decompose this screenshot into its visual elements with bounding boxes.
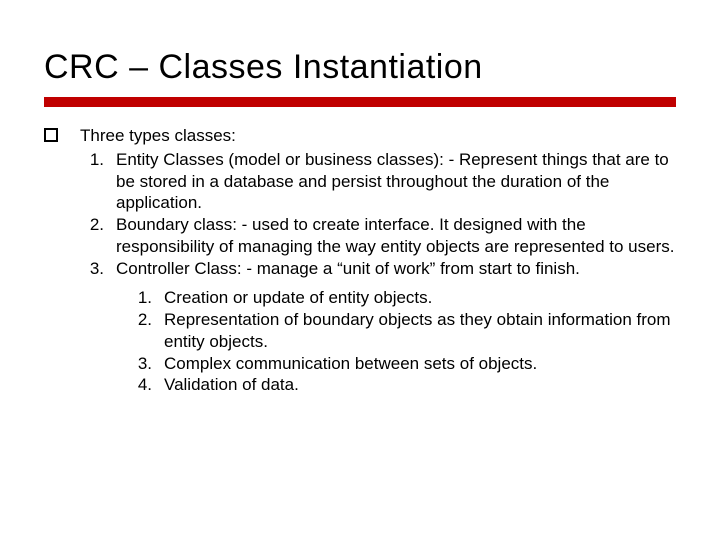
list-number: 2. xyxy=(80,214,110,258)
bullet-level1: Three types classes: xyxy=(44,125,676,147)
list-number: 1. xyxy=(80,149,110,214)
slide: CRC – Classes Instantiation Three types … xyxy=(0,0,720,540)
numbered-list-level2: 1. Entity Classes (model or business cla… xyxy=(80,149,676,280)
list-number: 3. xyxy=(128,353,158,375)
numbered-list-level3: 1. Creation or update of entity objects.… xyxy=(128,287,676,396)
list-number: 3. xyxy=(80,258,110,280)
title-underline xyxy=(44,97,676,107)
list-text: Complex communication between sets of ob… xyxy=(158,353,676,375)
list-item: 1. Creation or update of entity objects. xyxy=(128,287,676,309)
list-number: 2. xyxy=(128,309,158,353)
list-item: 3. Complex communication between sets of… xyxy=(128,353,676,375)
list-number: 1. xyxy=(128,287,158,309)
bullet-text: Three types classes: xyxy=(80,125,236,147)
list-text: Boundary class: - used to create interfa… xyxy=(110,214,676,258)
list-text: Creation or update of entity objects. xyxy=(158,287,676,309)
list-item: 1. Entity Classes (model or business cla… xyxy=(80,149,676,214)
slide-body: Three types classes: 1. Entity Classes (… xyxy=(44,125,676,396)
list-item: 3. Controller Class: - manage a “unit of… xyxy=(80,258,676,280)
slide-title: CRC – Classes Instantiation xyxy=(44,48,676,87)
square-bullet-icon xyxy=(44,128,58,142)
list-item: 2. Boundary class: - used to create inte… xyxy=(80,214,676,258)
list-item: 2. Representation of boundary objects as… xyxy=(128,309,676,353)
list-text: Representation of boundary objects as th… xyxy=(158,309,676,353)
list-text: Entity Classes (model or business classe… xyxy=(110,149,676,214)
list-text: Controller Class: - manage a “unit of wo… xyxy=(110,258,676,280)
list-text: Validation of data. xyxy=(158,374,676,396)
list-item: 4. Validation of data. xyxy=(128,374,676,396)
list-number: 4. xyxy=(128,374,158,396)
